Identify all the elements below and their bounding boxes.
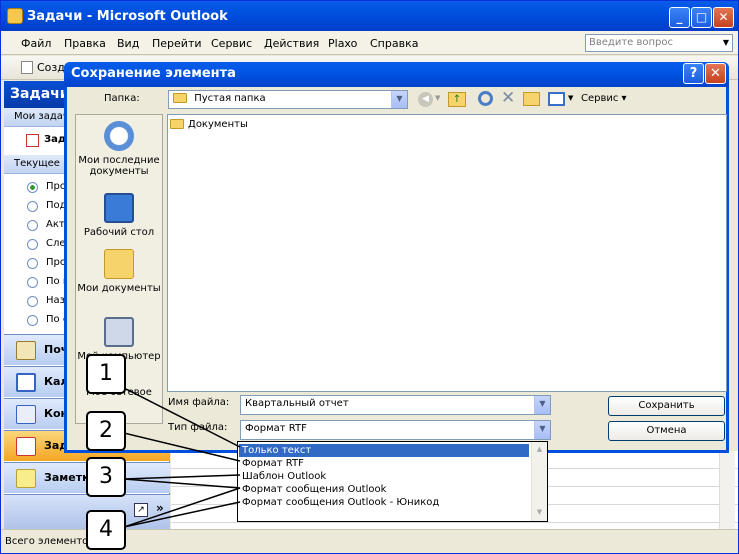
view-radio-7[interactable] xyxy=(27,296,38,307)
chevron-down-icon[interactable]: ▼ xyxy=(391,91,407,108)
desktop-icon xyxy=(104,193,134,223)
mail-icon xyxy=(16,341,36,360)
tools-menu[interactable]: Сервис ▾ xyxy=(581,93,627,104)
place-my-documents[interactable]: Мои документы xyxy=(76,249,162,294)
notes-icon xyxy=(16,469,36,488)
ask-question-input[interactable]: Введите вопрос ▼ xyxy=(585,34,733,52)
my-documents-icon xyxy=(104,249,134,279)
outlook-app-icon xyxy=(7,8,23,24)
filetype-value: Формат RTF xyxy=(245,423,307,434)
maximize-button[interactable]: □ xyxy=(691,7,712,28)
view-radio-1[interactable] xyxy=(27,182,38,193)
filetype-option-3[interactable]: Шаблон Outlook xyxy=(239,470,529,483)
menu-go[interactable]: Перейти xyxy=(152,37,202,50)
view-label-1: Про xyxy=(46,181,66,192)
callout-1: 1 xyxy=(86,354,126,394)
file-item-folder[interactable]: Документы xyxy=(170,119,248,130)
callout-4: 4 xyxy=(86,510,126,550)
place-recent-label: Мои последние документы xyxy=(78,155,160,177)
folder-combo[interactable]: Пустая папка ▼ xyxy=(168,90,408,109)
folder-icon xyxy=(170,119,184,129)
callout-2: 2 xyxy=(86,411,126,451)
menu-view[interactable]: Вид xyxy=(117,37,139,50)
filetype-label: Тип файла: xyxy=(168,422,228,433)
folder-value: Пустая папка xyxy=(194,93,266,104)
callout-3: 3 xyxy=(86,457,126,497)
filetype-option-1[interactable]: Только текст xyxy=(239,444,529,457)
menu-edit[interactable]: Правка xyxy=(64,37,106,50)
back-icon[interactable]: ◀ xyxy=(418,92,433,107)
place-desktop[interactable]: Рабочий стол xyxy=(76,193,162,238)
recent-documents-icon xyxy=(104,121,134,151)
new-task-icon xyxy=(21,61,33,74)
menu-file[interactable]: Файл xyxy=(21,37,51,50)
tasks-icon xyxy=(16,437,36,456)
save-item-dialog: Сохранение элемента ? ✕ Папка: Пустая па… xyxy=(64,62,729,453)
help-button[interactable]: ? xyxy=(683,63,704,84)
place-my-documents-label: Мои документы xyxy=(77,283,161,294)
scroll-up-icon[interactable]: ▲ xyxy=(533,443,546,456)
chevron-down-icon[interactable]: ▼ xyxy=(534,421,550,439)
filename-input[interactable]: Квартальный отчет ▼ xyxy=(240,395,551,415)
save-button[interactable]: Сохранить xyxy=(608,396,725,416)
view-radio-6[interactable] xyxy=(27,277,38,288)
view-label-5: Про xyxy=(46,257,66,268)
minimize-button[interactable]: _ xyxy=(669,7,690,28)
calendar-icon xyxy=(16,373,36,392)
view-label-4: Сле xyxy=(46,238,66,249)
cancel-button[interactable]: Отмена xyxy=(608,421,725,441)
folder-label: Папка: xyxy=(104,93,140,104)
filetype-option-5[interactable]: Формат сообщения Outlook - Юникод xyxy=(239,496,529,509)
outlook-title-bar: Задачи - Microsoft Outlook _ □ ✕ xyxy=(1,1,738,31)
dialog-title-bar: Сохранение элемента ? ✕ xyxy=(64,62,729,87)
filetype-select[interactable]: Формат RTF ▼ xyxy=(240,420,551,440)
filetype-dropdown-list[interactable]: Только текст Формат RTF Шаблон Outlook Ф… xyxy=(237,441,548,522)
menu-actions[interactable]: Действия xyxy=(264,37,319,50)
configure-buttons-icon[interactable]: » xyxy=(156,501,164,515)
file-list[interactable]: Документы xyxy=(167,114,727,392)
filetype-option-2[interactable]: Формат RTF xyxy=(239,457,529,470)
ask-question-placeholder: Введите вопрос xyxy=(589,37,673,48)
grid-scrollbar[interactable] xyxy=(719,451,735,529)
my-computer-icon xyxy=(104,317,134,347)
dialog-close-button[interactable]: ✕ xyxy=(705,63,726,84)
outlook-title: Задачи - Microsoft Outlook xyxy=(27,9,228,24)
menu-tools[interactable]: Сервис xyxy=(211,37,252,50)
place-desktop-label: Рабочий стол xyxy=(83,227,155,238)
folder-icon xyxy=(173,93,187,103)
place-recent[interactable]: Мои последние документы xyxy=(76,121,162,177)
back-dropdown-icon[interactable]: ▼ xyxy=(435,94,440,102)
scroll-down-icon[interactable]: ▼ xyxy=(533,506,546,519)
contacts-icon xyxy=(16,405,36,424)
status-text: Всего элементов xyxy=(5,536,95,547)
tools-label: Сервис xyxy=(581,93,619,104)
search-web-icon[interactable] xyxy=(478,91,493,106)
task-icon xyxy=(26,134,39,147)
dropdown-scrollbar[interactable]: ▲ ▼ xyxy=(531,442,547,521)
delete-icon[interactable]: ✕ xyxy=(501,88,515,108)
filename-value: Квартальный отчет xyxy=(245,398,349,409)
close-button[interactable]: ✕ xyxy=(713,7,734,28)
filename-label: Имя файла: xyxy=(168,397,230,408)
views-icon[interactable] xyxy=(548,92,565,106)
views-dropdown-icon[interactable]: ▼ xyxy=(568,94,573,102)
view-radio-8[interactable] xyxy=(27,315,38,326)
view-label-3: Акт xyxy=(46,219,65,230)
new-folder-icon[interactable] xyxy=(523,92,540,106)
view-radio-4[interactable] xyxy=(27,239,38,250)
view-radio-5[interactable] xyxy=(27,258,38,269)
view-radio-2[interactable] xyxy=(27,201,38,212)
menu-help[interactable]: Справка xyxy=(370,37,418,50)
up-folder-icon[interactable]: ↑ xyxy=(448,92,466,107)
file-item-label: Документы xyxy=(188,119,248,130)
chevron-down-icon[interactable]: ▼ xyxy=(720,35,732,51)
shortcuts-icon[interactable]: ↗ xyxy=(134,503,148,517)
dialog-title: Сохранение элемента xyxy=(71,66,236,81)
chevron-down-icon[interactable]: ▼ xyxy=(534,396,550,414)
view-radio-3[interactable] xyxy=(27,220,38,231)
menu-plaxo[interactable]: Plaxo xyxy=(328,37,357,50)
filetype-option-4[interactable]: Формат сообщения Outlook xyxy=(239,483,529,496)
